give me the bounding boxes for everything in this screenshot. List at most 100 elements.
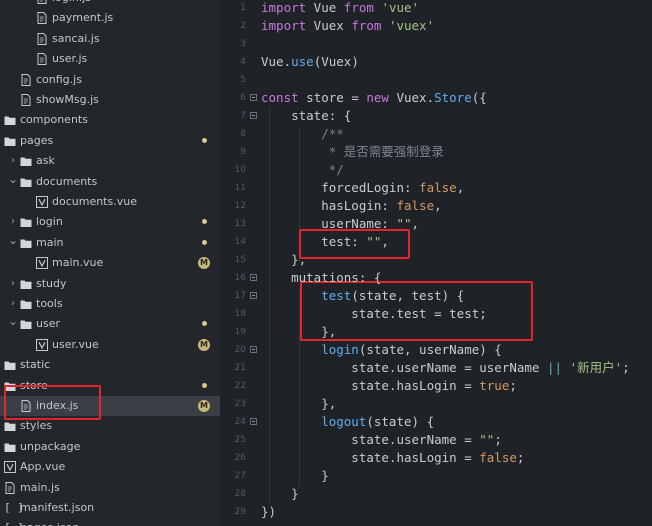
code-line[interactable]: 8 /** <box>220 125 652 143</box>
code-line[interactable]: 24 logout(state) { <box>220 413 652 431</box>
code-line[interactable]: 7 state: { <box>220 107 652 125</box>
code-line[interactable]: 17 test(state, test) { <box>220 287 652 305</box>
line-number: 8 <box>240 129 246 139</box>
line-number: 5 <box>240 75 246 85</box>
tree-item-study[interactable]: › study <box>0 274 220 294</box>
tree-item-label: sancai.js <box>52 31 100 45</box>
code-line[interactable]: 19 }, <box>220 323 652 341</box>
tree-item-login-js[interactable]: login.js <box>0 0 220 8</box>
code-token: "" <box>396 216 412 231</box>
tree-item-payment-js[interactable]: payment.js <box>0 8 220 28</box>
code-line[interactable]: 18 state.test = test; <box>220 305 652 323</box>
code-line[interactable]: 2 import Vuex from 'vuex' <box>220 17 652 35</box>
tree-item-static[interactable]: static <box>0 355 220 375</box>
tree-item-main-vue[interactable]: main.vue M <box>0 253 220 273</box>
tree-item-user-js[interactable]: user.js <box>0 49 220 69</box>
code-token: Vuex <box>306 18 352 33</box>
fold-toggle-icon[interactable] <box>250 346 257 353</box>
tree-item-ask[interactable]: › ask <box>0 151 220 171</box>
code-line[interactable]: 22 state.hasLogin = true; <box>220 377 652 395</box>
tree-item-label: config.js <box>36 72 82 86</box>
tree-item-documents[interactable]: ⌄ documents <box>0 172 220 192</box>
tree-item-user-vue[interactable]: user.vue M <box>0 335 220 355</box>
code-line[interactable]: 26 state.hasLogin = false; <box>220 449 652 467</box>
code-line[interactable]: 13 userName: "", <box>220 215 652 233</box>
code-token: const <box>261 90 299 105</box>
line-number: 16 <box>234 273 246 283</box>
code-line[interactable]: 29}) <box>220 503 652 521</box>
code-line[interactable]: 16 mutations: { <box>220 269 652 287</box>
tree-item-unpackage[interactable]: unpackage <box>0 437 220 457</box>
tree-item-pages-json[interactable]: [ ]pages.json <box>0 518 220 526</box>
code-text: const store = new Vuex.Store({ <box>261 89 487 107</box>
fold-toggle-icon[interactable] <box>250 94 257 101</box>
code-line[interactable]: 23 }, <box>220 395 652 413</box>
code-line[interactable]: 11 forcedLogin: false, <box>220 179 652 197</box>
tree-item-app-vue[interactable]: App.vue <box>0 457 220 477</box>
code-line[interactable]: 5 <box>220 71 652 89</box>
code-text: test(state, test) { <box>261 287 464 305</box>
code-line[interactable]: 14 test: "", <box>220 233 652 251</box>
code-line[interactable]: 1 import Vue from 'vue' <box>220 0 652 17</box>
code-line[interactable]: 25 state.userName = ""; <box>220 431 652 449</box>
code-line[interactable]: 12 hasLogin: false, <box>220 197 652 215</box>
tree-item-manifest-json[interactable]: [ ] manifest.json <box>0 498 220 518</box>
code-token: }) <box>261 504 277 519</box>
fold-toggle-icon[interactable] <box>250 418 257 425</box>
tree-item-pages[interactable]: pages <box>0 131 220 151</box>
line-number: 1 <box>240 3 246 13</box>
code-line[interactable]: 3 <box>220 35 652 53</box>
tree-item-config-js[interactable]: config.js <box>0 70 220 90</box>
line-number: 3 <box>240 39 246 49</box>
vue-file-icon <box>36 196 48 208</box>
code-editor[interactable]: 1 import Vue from 'vue' 2 import Vuex from … <box>220 0 652 526</box>
code-token: , <box>381 234 389 249</box>
line-number: 17 <box>234 291 246 301</box>
chevron-down-icon[interactable]: ⌄ <box>8 311 18 331</box>
code-line[interactable]: 6 const store = new Vuex.Store({ <box>220 89 652 107</box>
code-token: import <box>261 0 307 15</box>
code-token: }, <box>261 396 337 411</box>
chevron-down-icon[interactable]: ⌄ <box>8 169 18 189</box>
code-token: from <box>351 18 382 33</box>
tree-item-login[interactable]: › login <box>0 212 220 232</box>
code-token: forcedLogin: <box>261 180 420 195</box>
tree-item-sancai-js[interactable]: sancai.js <box>0 29 220 49</box>
code-line[interactable]: 20 login(state, userName) { <box>220 341 652 359</box>
fold-toggle-icon[interactable] <box>250 112 257 119</box>
tree-item-label: payment.js <box>52 11 114 25</box>
fold-toggle-icon[interactable] <box>250 274 257 281</box>
vue-file-icon <box>36 257 48 270</box>
code-text: state.userName = ""; <box>261 431 502 449</box>
project-explorer[interactable]: login.js payment.js sancai.js user.js config… <box>0 0 220 526</box>
fold-toggle-icon[interactable] <box>250 292 257 299</box>
tree-item-main[interactable]: ⌄ main <box>0 233 220 253</box>
code-text: }, <box>261 323 336 341</box>
code-token: 'vue' <box>381 0 420 15</box>
tree-item-showmsg-js[interactable]: showMsg.js <box>0 90 220 110</box>
line-number: 26 <box>234 453 246 463</box>
code-token: Vuex. <box>388 90 435 105</box>
tree-item-tools[interactable]: › tools <box>0 294 220 314</box>
code-token: * 是否需要强制登录 <box>261 144 444 159</box>
code-line[interactable]: 4 Vue.use(Vuex) <box>220 53 652 71</box>
code-line[interactable]: 28 } <box>220 485 652 503</box>
file-icon <box>36 53 48 66</box>
code-token: (state, test) { <box>351 288 465 303</box>
code-line[interactable]: 21 state.userName = userName || '新用户'; <box>220 359 652 377</box>
code-line[interactable]: 10 */ <box>220 161 652 179</box>
modified-dot <box>202 219 207 225</box>
tree-item-main-js[interactable]: main.js <box>0 478 220 498</box>
code-line[interactable]: 9 * 是否需要强制登录 <box>220 143 652 161</box>
code-token: use <box>291 54 314 69</box>
code-line[interactable]: 27 } <box>220 467 652 485</box>
modified-badge: M <box>198 338 210 351</box>
tree-item-user[interactable]: ⌄ user <box>0 314 220 334</box>
tree-item-documents-vue[interactable]: documents.vue <box>0 192 220 212</box>
chevron-right-icon[interactable]: › <box>8 274 18 294</box>
code-text: state.hasLogin = false; <box>261 449 524 467</box>
chevron-down-icon[interactable]: ⌄ <box>8 230 18 250</box>
code-line[interactable]: 15 }, <box>220 251 652 269</box>
code-token: , <box>411 216 420 231</box>
tree-item-components[interactable]: components <box>0 110 220 130</box>
